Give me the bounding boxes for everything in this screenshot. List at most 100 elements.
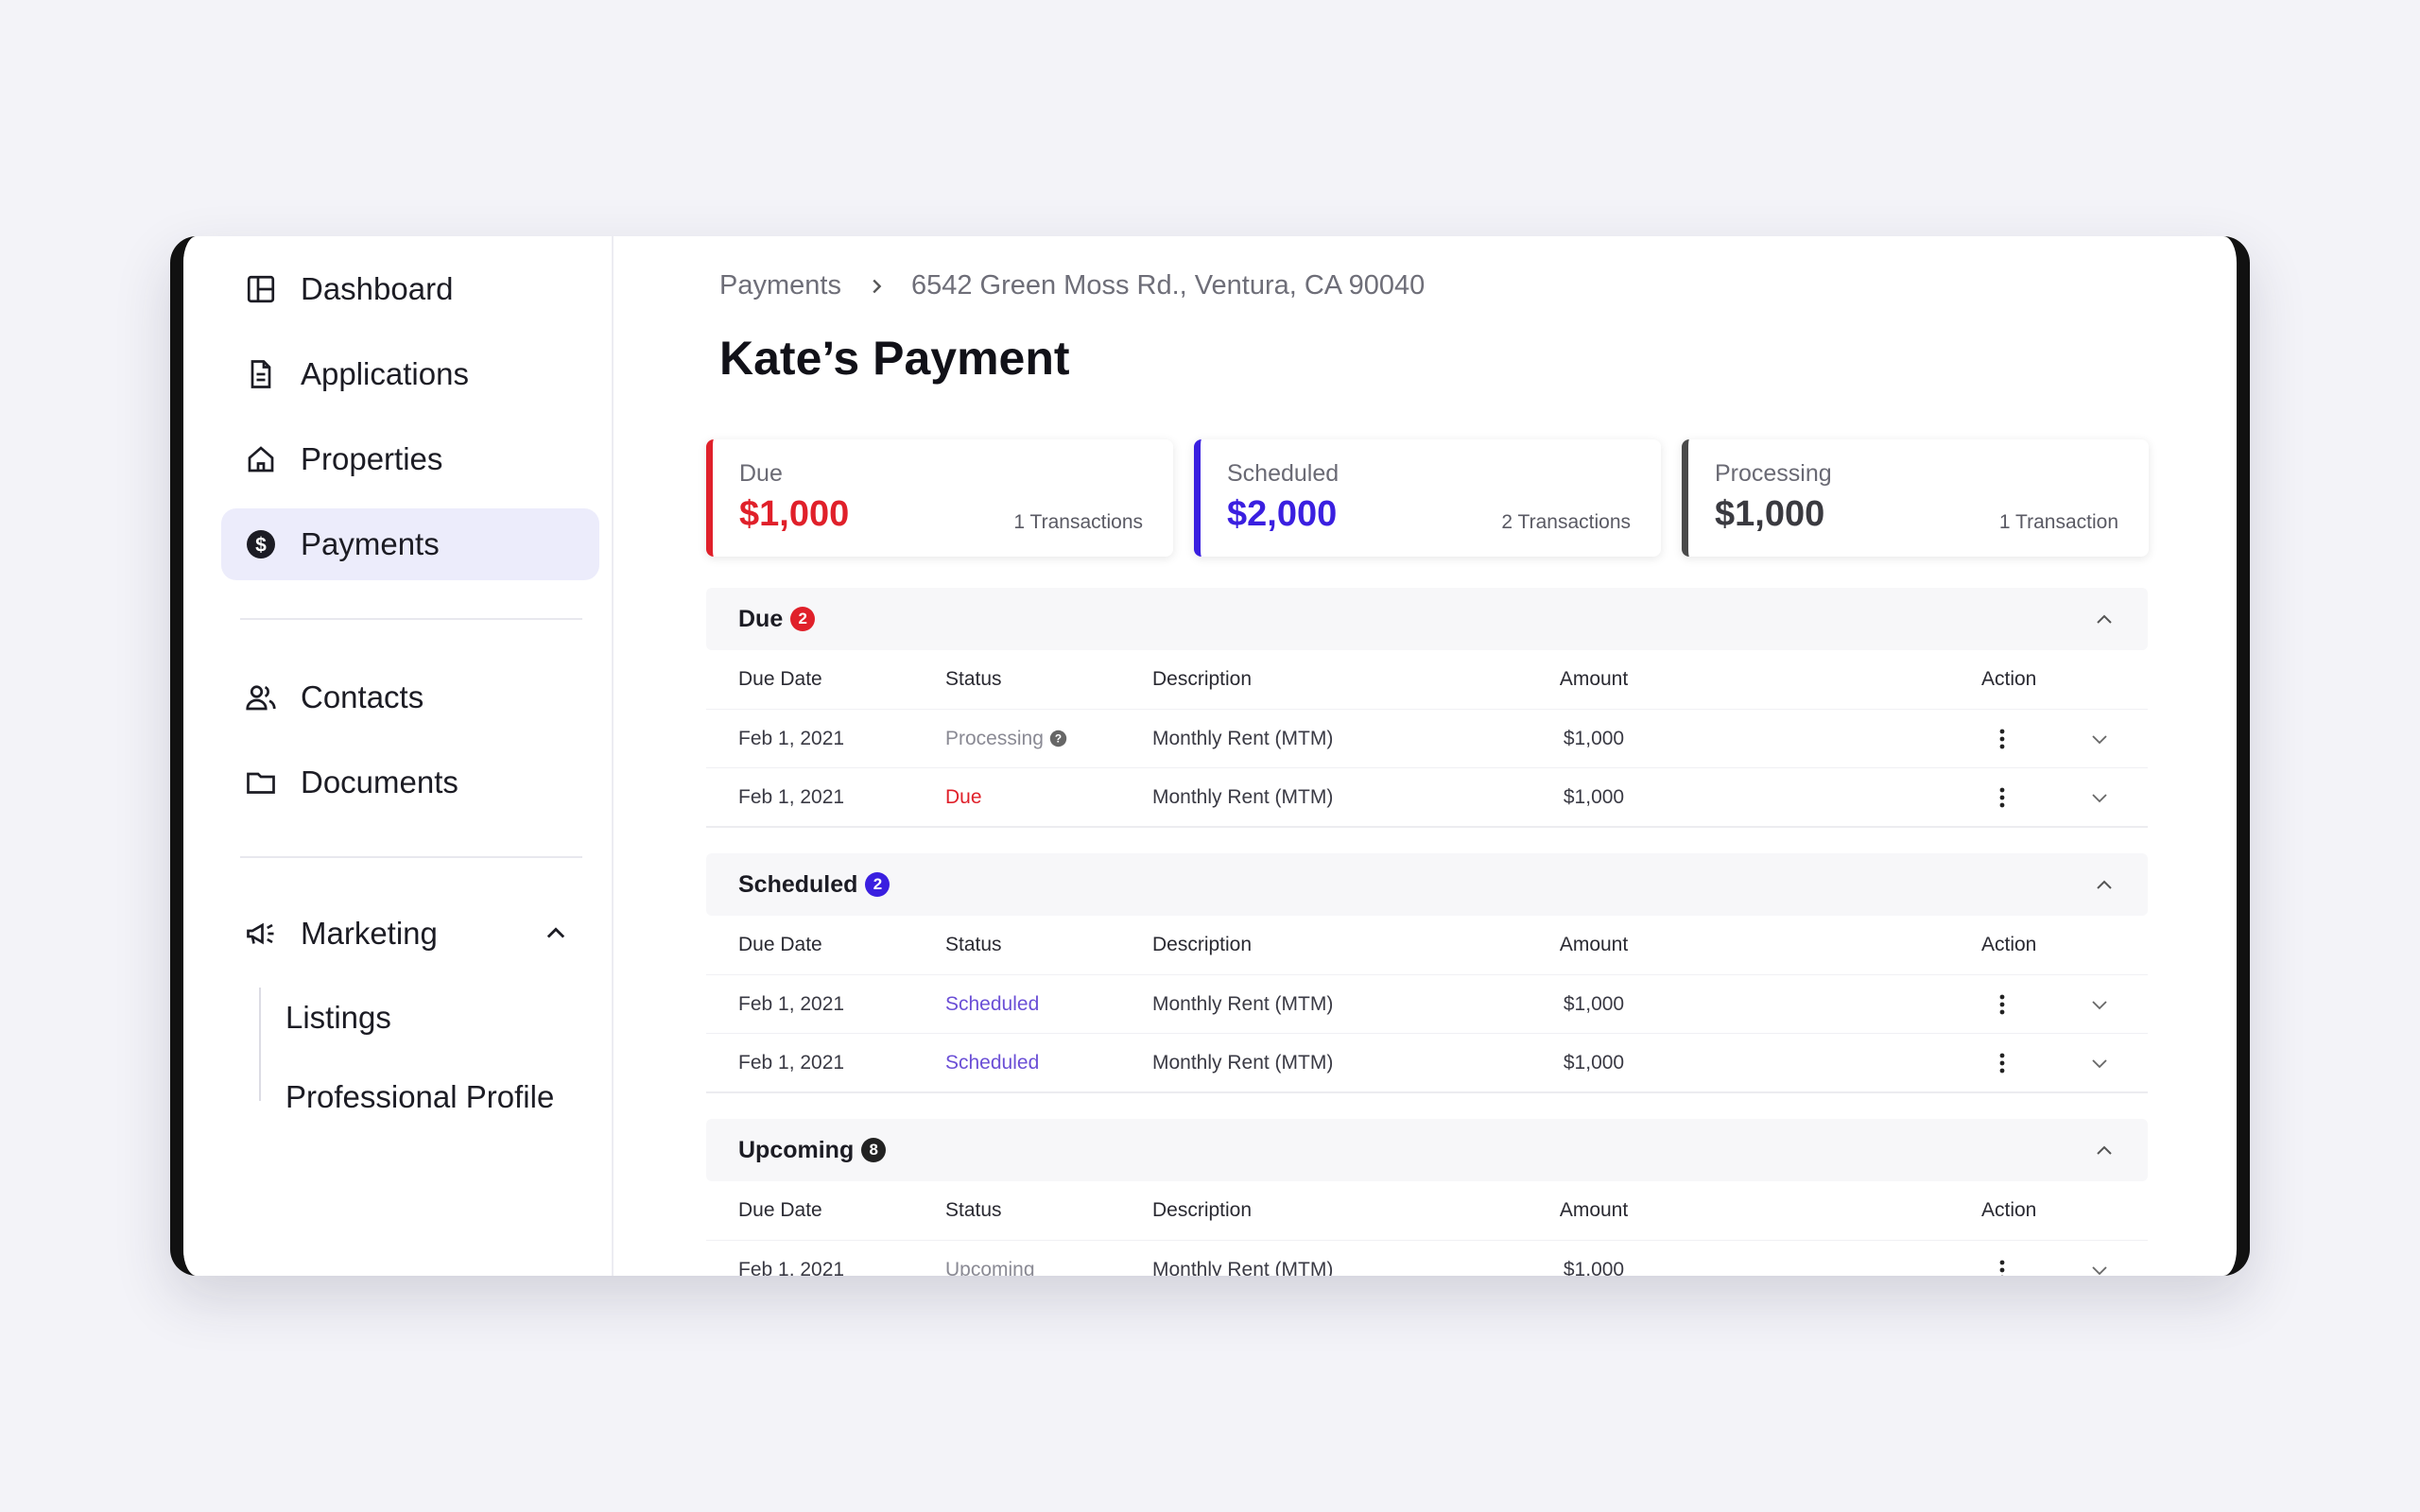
column-header-status: Status bbox=[945, 934, 1002, 955]
document-icon bbox=[244, 357, 278, 391]
more-actions-icon[interactable] bbox=[1999, 787, 2005, 808]
table-row: Feb 1, 2021 Upcoming Monthly Rent (MTM) … bbox=[706, 1240, 2148, 1276]
help-icon[interactable]: ? bbox=[1049, 730, 1067, 747]
app-window: Dashboard Applications Properties $ Paym… bbox=[170, 236, 2250, 1276]
scheduled-summary-card[interactable]: Scheduled $2,000 2 Transactions bbox=[1194, 439, 1661, 557]
row-description: Monthly Rent (MTM) bbox=[1152, 1051, 1334, 1074]
row-status: Upcoming bbox=[945, 1258, 1035, 1277]
column-header-action: Action bbox=[1981, 934, 2037, 955]
card-label: Due bbox=[739, 460, 783, 487]
sidebar-divider bbox=[240, 856, 582, 858]
row-status: Processing? bbox=[945, 728, 1067, 750]
upcoming-section: Upcoming 8 Due Date Status Description A… bbox=[706, 1119, 2148, 1276]
card-amount: $1,000 bbox=[739, 494, 850, 534]
sidebar-item-documents[interactable]: Documents bbox=[221, 747, 599, 818]
upcoming-section-header[interactable]: Upcoming 8 bbox=[706, 1119, 2148, 1181]
svg-text:?: ? bbox=[1055, 731, 1062, 745]
breadcrumb-current: 6542 Green Moss Rd., Ventura, CA 90040 bbox=[910, 270, 1426, 301]
row-description: Monthly Rent (MTM) bbox=[1152, 992, 1334, 1015]
row-date: Feb 1, 2021 bbox=[738, 1051, 845, 1074]
row-date: Feb 1, 2021 bbox=[738, 1258, 845, 1277]
scheduled-section-header[interactable]: Scheduled 2 bbox=[706, 853, 2148, 916]
chevron-up-icon[interactable] bbox=[2093, 1140, 2116, 1162]
summary-cards: Due $1,000 1 Transactions Scheduled $2,0… bbox=[706, 439, 2149, 557]
chevron-up-icon[interactable] bbox=[2093, 609, 2116, 631]
row-date: Feb 1, 2021 bbox=[738, 785, 845, 808]
chevron-down-icon[interactable] bbox=[2088, 728, 2111, 750]
row-description: Monthly Rent (MTM) bbox=[1152, 785, 1334, 808]
column-header-status: Status bbox=[945, 1199, 1002, 1221]
section-title: Scheduled bbox=[738, 870, 858, 898]
chevron-down-icon[interactable] bbox=[2088, 786, 2111, 809]
count-badge: 2 bbox=[790, 607, 816, 631]
card-transaction-count: 1 Transactions bbox=[1013, 511, 1143, 533]
column-header-status: Status bbox=[945, 668, 1002, 690]
table-row: Feb 1, 2021 Scheduled Monthly Rent (MTM)… bbox=[706, 1033, 2148, 1091]
column-header-description: Description bbox=[1152, 668, 1253, 690]
sidebar-item-label: Properties bbox=[301, 441, 443, 476]
chevron-down-icon[interactable] bbox=[2088, 1259, 2111, 1277]
sidebar-item-dashboard[interactable]: Dashboard bbox=[221, 253, 599, 325]
row-status: Due bbox=[945, 785, 982, 808]
processing-summary-card[interactable]: Processing $1,000 1 Transaction bbox=[1682, 439, 2149, 557]
sidebar-subitem-listings[interactable]: Listings bbox=[285, 1000, 391, 1036]
chevron-down-icon[interactable] bbox=[2088, 1052, 2111, 1074]
table-header: Due Date Status Description Amount Actio… bbox=[706, 916, 2148, 974]
chevron-up-icon[interactable] bbox=[543, 920, 569, 947]
row-status: Scheduled bbox=[945, 1051, 1040, 1074]
card-transaction-count: 2 Transactions bbox=[1501, 511, 1631, 533]
card-label: Processing bbox=[1715, 460, 1832, 487]
sidebar-item-contacts[interactable]: Contacts bbox=[221, 662, 599, 733]
megaphone-icon bbox=[244, 917, 278, 951]
more-actions-icon[interactable] bbox=[1999, 994, 2005, 1015]
due-section: Due 2 Due Date Status Description Amount… bbox=[706, 588, 2148, 828]
more-actions-icon[interactable] bbox=[1999, 729, 2005, 749]
table-row: Feb 1, 2021 Due Monthly Rent (MTM) $1,00… bbox=[706, 767, 2148, 826]
row-status: Scheduled bbox=[945, 992, 1040, 1015]
table-header: Due Date Status Description Amount Actio… bbox=[706, 650, 2148, 709]
sidebar-item-applications[interactable]: Applications bbox=[221, 338, 599, 410]
sidebar: Dashboard Applications Properties $ Paym… bbox=[183, 236, 614, 1276]
page-title: Kate’s Payment bbox=[719, 332, 1070, 385]
breadcrumb-payments-link[interactable]: Payments bbox=[719, 270, 841, 301]
sidebar-divider bbox=[240, 618, 582, 620]
section-title: Due bbox=[738, 605, 784, 632]
sidebar-item-properties[interactable]: Properties bbox=[221, 423, 599, 495]
column-header-due-date: Due Date bbox=[738, 1199, 822, 1221]
column-header-description: Description bbox=[1152, 934, 1253, 955]
card-label: Scheduled bbox=[1227, 460, 1340, 487]
row-date: Feb 1, 2021 bbox=[738, 727, 845, 749]
column-header-action: Action bbox=[1981, 668, 2037, 690]
more-actions-icon[interactable] bbox=[1999, 1260, 2005, 1276]
row-date: Feb 1, 2021 bbox=[738, 992, 845, 1015]
main-content: Payments 6542 Green Moss Rd., Ventura, C… bbox=[614, 236, 2237, 1276]
sidebar-item-label: Dashboard bbox=[301, 271, 454, 306]
row-status-text: Processing bbox=[945, 727, 1044, 749]
column-header-due-date: Due Date bbox=[738, 668, 822, 690]
due-section-header[interactable]: Due 2 bbox=[706, 588, 2148, 650]
due-summary-card[interactable]: Due $1,000 1 Transactions bbox=[706, 439, 1173, 557]
sidebar-item-payments[interactable]: $ Payments bbox=[221, 508, 599, 580]
chevron-up-icon[interactable] bbox=[2093, 874, 2116, 897]
row-amount: $1,000 bbox=[1563, 992, 1625, 1015]
dashboard-icon bbox=[244, 272, 278, 306]
more-actions-icon[interactable] bbox=[1999, 1053, 2005, 1074]
contacts-icon bbox=[244, 680, 278, 714]
svg-text:$: $ bbox=[255, 535, 267, 557]
card-transaction-count: 1 Transaction bbox=[1998, 511, 2118, 533]
sidebar-item-label: Documents bbox=[301, 765, 458, 799]
card-amount: $1,000 bbox=[1715, 494, 1825, 534]
sidebar-subitem-professional-profile[interactable]: Professional Profile bbox=[285, 1079, 554, 1115]
row-amount: $1,000 bbox=[1563, 1051, 1625, 1074]
sidebar-item-label: Applications bbox=[301, 356, 469, 391]
table-row: Feb 1, 2021 Scheduled Monthly Rent (MTM)… bbox=[706, 974, 2148, 1033]
column-header-due-date: Due Date bbox=[738, 934, 822, 955]
breadcrumb: Payments 6542 Green Moss Rd., Ventura, C… bbox=[719, 270, 1425, 301]
count-badge: 8 bbox=[861, 1138, 887, 1162]
row-amount: $1,000 bbox=[1563, 727, 1625, 749]
scheduled-section: Scheduled 2 Due Date Status Description … bbox=[706, 853, 2148, 1093]
row-description: Monthly Rent (MTM) bbox=[1152, 727, 1334, 749]
chevron-down-icon[interactable] bbox=[2088, 993, 2111, 1016]
dollar-icon: $ bbox=[244, 527, 278, 561]
row-amount: $1,000 bbox=[1563, 785, 1625, 808]
